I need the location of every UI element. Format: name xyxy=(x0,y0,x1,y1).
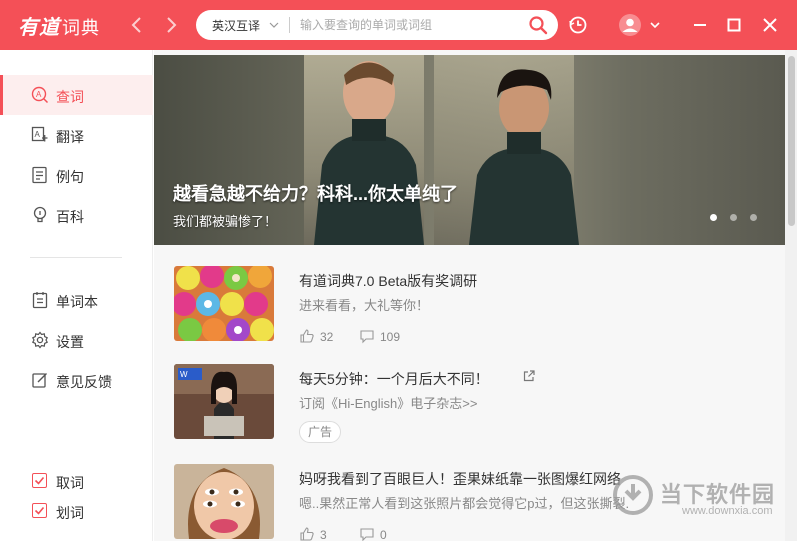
sidebar-item-label: 例句 xyxy=(56,169,84,185)
sidebar-item-encyclopedia[interactable]: 百科 xyxy=(0,195,153,235)
word-select-label: 划词 xyxy=(56,505,84,521)
word-select-toggle[interactable]: 划词 xyxy=(0,496,153,526)
search-box: 英汉互译 xyxy=(196,10,558,40)
wordbook-icon xyxy=(32,292,48,309)
comment-icon[interactable] xyxy=(359,526,375,541)
carousel-dot[interactable] xyxy=(730,214,737,221)
avatar[interactable] xyxy=(618,13,642,37)
sidebar-item-translate[interactable]: A 翻译 xyxy=(0,115,153,155)
app-logo: 有道 词典 xyxy=(18,11,100,40)
logo-text: 有道 xyxy=(18,17,60,39)
word-capture-toggle[interactable]: 取词 xyxy=(0,466,153,496)
comment-count: 0 xyxy=(380,528,387,541)
feed-item[interactable]: 有道词典7.0 Beta版有奖调研 进来看看，大礼等你！ 32 109 xyxy=(174,266,774,346)
feed-title[interactable]: 妈呀我看到了百眼巨人！歪果妹纸靠一张图爆红网络 xyxy=(299,469,621,489)
comment-icon[interactable] xyxy=(359,328,375,344)
ad-badge: 广告 xyxy=(299,421,342,443)
close-icon[interactable] xyxy=(758,13,782,37)
feed-subtitle: 订阅《Hi-English》电子杂志>> xyxy=(299,396,478,411)
sidebar-item-label: 查词 xyxy=(56,89,84,105)
like-icon[interactable] xyxy=(299,526,315,541)
chevron-right-icon xyxy=(167,17,177,33)
like-count: 32 xyxy=(320,330,334,344)
sidebar-item-label: 单词本 xyxy=(56,294,98,310)
sidebar-item-label: 意见反馈 xyxy=(56,374,112,390)
watermark-url: www.downxia.com xyxy=(682,505,773,517)
carousel-dot[interactable] xyxy=(750,214,757,221)
word-capture-checkbox[interactable] xyxy=(32,473,47,488)
banner-subtitle: 我们都被骗惨了！ xyxy=(173,214,278,229)
chevron-down-icon[interactable] xyxy=(649,19,661,31)
carousel-dot[interactable] xyxy=(710,214,717,221)
hi-english-thumbnail: W xyxy=(174,364,274,439)
encyclopedia-icon xyxy=(33,206,47,223)
sidebar-item-label: 设置 xyxy=(56,334,84,350)
word-select-checkbox[interactable] xyxy=(32,503,47,518)
forward-button[interactable] xyxy=(161,13,181,37)
minimize-icon[interactable] xyxy=(688,13,712,37)
chevron-left-icon xyxy=(131,17,141,33)
banner-title[interactable]: 越看急越不给力？科科...你太单纯了 xyxy=(173,180,458,206)
back-button[interactable] xyxy=(127,13,147,37)
chevron-down-icon[interactable] xyxy=(268,19,280,31)
sidebar: A 查词 A 翻译 例句 百科 单词本 设置 意见反馈 取词 划词 xyxy=(0,50,153,541)
watermark: 当下软件园 www.downxia.com xyxy=(612,472,792,522)
like-count: 3 xyxy=(320,528,327,541)
sidebar-divider xyxy=(30,257,122,258)
like-icon[interactable] xyxy=(299,328,315,344)
external-link-icon[interactable] xyxy=(522,369,536,383)
sidebar-item-feedback[interactable]: 意见反馈 xyxy=(0,360,153,400)
example-sentence-icon xyxy=(32,166,47,184)
feed-subtitle: 进来看看，大礼等你！ xyxy=(299,298,430,313)
svg-text:A: A xyxy=(35,130,41,139)
many-eyes-thumbnail xyxy=(174,464,274,539)
language-select[interactable]: 英汉互译 xyxy=(212,17,260,34)
svg-text:W: W xyxy=(180,370,188,379)
cupcakes-thumbnail xyxy=(174,266,274,341)
search-input[interactable] xyxy=(300,15,510,35)
search-divider xyxy=(289,17,290,33)
banner-person-image xyxy=(469,69,579,245)
check-icon xyxy=(34,506,45,515)
sidebar-item-wordbook[interactable]: 单词本 xyxy=(0,280,153,320)
banner-carousel[interactable]: 越看急越不给力？科科...你太单纯了 我们都被骗惨了！ xyxy=(154,55,785,245)
sidebar-item-settings[interactable]: 设置 xyxy=(0,320,153,360)
scrollbar[interactable] xyxy=(785,50,797,541)
history-icon[interactable] xyxy=(567,14,589,36)
sidebar-item-label: 翻译 xyxy=(56,129,84,145)
sidebar-item-examples[interactable]: 例句 xyxy=(0,155,153,195)
word-capture-label: 取词 xyxy=(56,475,84,491)
title-bar: 有道 词典 英汉互译 xyxy=(0,0,797,50)
search-icon[interactable] xyxy=(528,15,548,35)
main-content: 越看急越不给力？科科...你太单纯了 我们都被骗惨了！ 有道词典7.0 Beta… xyxy=(154,50,785,541)
maximize-icon[interactable] xyxy=(722,13,746,37)
feed-title[interactable]: 有道词典7.0 Beta版有奖调研 xyxy=(299,271,477,291)
search-word-icon: A xyxy=(31,86,49,104)
comment-count: 109 xyxy=(380,330,401,344)
translate-icon: A xyxy=(31,126,48,142)
gear-icon xyxy=(31,331,49,349)
banner-person-image xyxy=(314,61,424,245)
sidebar-item-lookup[interactable]: A 查词 xyxy=(0,75,153,115)
scrollbar-thumb[interactable] xyxy=(788,56,795,226)
sidebar-item-label: 百科 xyxy=(56,209,84,225)
svg-text:A: A xyxy=(36,90,42,99)
check-icon xyxy=(34,476,45,485)
feed-subtitle: 嗯..果然正常人看到这张照片都会觉得它p过，但这张撕裂.. xyxy=(299,496,629,511)
feed-item-ad[interactable]: W 每天5分钟：一个月后大不同！ 订阅《Hi-English》电子杂志>> 广告 xyxy=(174,364,774,444)
watermark-logo-icon xyxy=(613,475,653,515)
logo-suffix: 词典 xyxy=(62,18,100,38)
feed-title[interactable]: 每天5分钟：一个月后大不同！ xyxy=(299,369,489,389)
feedback-icon xyxy=(32,373,47,388)
